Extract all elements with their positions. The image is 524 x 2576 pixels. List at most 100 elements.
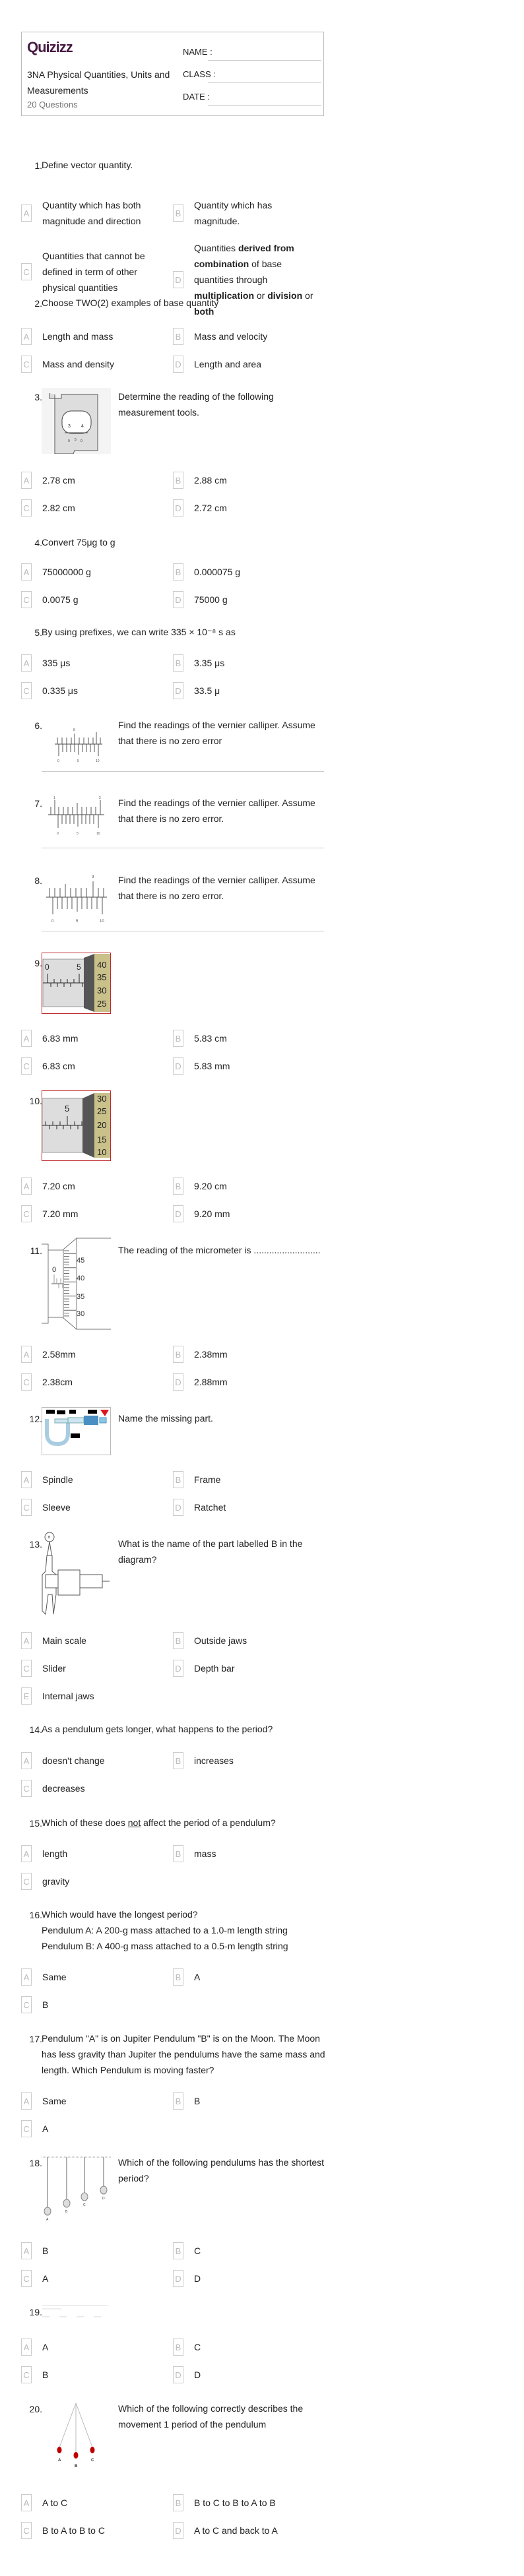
option-a[interactable]: A 335 μs bbox=[21, 654, 168, 672]
quizizz-logo: Quizizz bbox=[27, 39, 73, 55]
option-a[interactable]: A 6.83 mm bbox=[21, 1030, 168, 1047]
option-b[interactable]: B 2.38mm bbox=[173, 1346, 319, 1363]
option-d[interactable]: D A to C and back to A bbox=[173, 2522, 319, 2539]
question-number: 12. bbox=[29, 1414, 42, 1424]
question-text: Find the readings of the vernier callipe… bbox=[118, 720, 315, 746]
option-text: B bbox=[42, 2246, 49, 2256]
option-b[interactable]: B 0.000075 g bbox=[173, 563, 319, 581]
option-d[interactable]: D 2.72 cm bbox=[173, 499, 319, 517]
option-c[interactable]: C B to A to B to C bbox=[21, 2522, 168, 2539]
option-a[interactable]: A Same bbox=[21, 2092, 168, 2110]
option-d[interactable]: D Length and area bbox=[173, 356, 319, 373]
option-c[interactable]: Cdecreases bbox=[21, 1780, 168, 1797]
option-c[interactable]: C Sleeve bbox=[21, 1499, 168, 1516]
option-letter: B bbox=[173, 1632, 183, 1649]
option-a[interactable]: A 2.58mm bbox=[21, 1346, 168, 1363]
option-letter: A bbox=[21, 328, 32, 345]
option-c[interactable]: C 2.38cm bbox=[21, 1373, 168, 1391]
option-b[interactable]: Bmass bbox=[173, 1845, 319, 1862]
option-b[interactable]: BA bbox=[173, 1968, 319, 1986]
option-text: Quantity which has magnitude. bbox=[194, 200, 273, 226]
thimble-label: 25 bbox=[97, 999, 106, 1009]
option-b[interactable]: B Mass and velocity bbox=[173, 328, 319, 345]
option-a[interactable]: A 2.78 cm bbox=[21, 472, 168, 489]
option-d[interactable]: D 2.88mm bbox=[173, 1373, 319, 1391]
option-b[interactable]: BC bbox=[173, 2242, 319, 2259]
option-d[interactable]: D Ratchet bbox=[173, 1499, 319, 1516]
option-a[interactable]: A Same bbox=[21, 1968, 168, 1986]
option-c[interactable]: C Mass and density bbox=[21, 356, 168, 373]
name-field[interactable]: NAME : bbox=[183, 47, 321, 61]
option-c[interactable]: Cgravity bbox=[21, 1873, 168, 1890]
option-b[interactable]: B Outside jaws bbox=[173, 1632, 319, 1649]
option-b[interactable]: B B to C to B to A to B bbox=[173, 2494, 319, 2511]
option-text: B to A to B to C bbox=[42, 2525, 105, 2536]
option-b[interactable]: BB bbox=[173, 2092, 319, 2110]
option-d[interactable]: D 5.83 mm bbox=[173, 1057, 319, 1075]
option-text: Frame bbox=[194, 1474, 221, 1485]
question-number: 14. bbox=[29, 1724, 42, 1735]
option-a[interactable]: A Quantity which has both magnitude and d… bbox=[21, 197, 168, 229]
option-text: 9.20 cm bbox=[194, 1181, 227, 1191]
option-a[interactable]: A Spindle bbox=[21, 1471, 168, 1488]
option-b[interactable]: BC bbox=[173, 2339, 319, 2356]
option-letter: D bbox=[173, 682, 183, 699]
option-a[interactable]: A Length and mass bbox=[21, 328, 168, 345]
option-d[interactable]: D 9.20 mm bbox=[173, 1205, 319, 1222]
option-c[interactable]: CB bbox=[21, 1996, 168, 2013]
option-b[interactable]: B Quantity which has magnitude. bbox=[173, 197, 319, 229]
option-letter: C bbox=[21, 682, 32, 699]
option-text: Quantities that cannot be defined in ter… bbox=[42, 251, 145, 293]
option-e[interactable]: E Internal jaws bbox=[21, 1687, 168, 1705]
option-a[interactable]: A Main scale bbox=[21, 1632, 168, 1649]
question-text: Choose TWO(2) examples of base quantity bbox=[42, 298, 219, 308]
option-b[interactable]: B 5.83 cm bbox=[173, 1030, 319, 1047]
option-text: D bbox=[194, 2370, 201, 2380]
option-c[interactable]: CB bbox=[21, 2366, 168, 2383]
question-number: 20. bbox=[29, 2404, 42, 2414]
option-d[interactable]: DD bbox=[173, 2270, 319, 2287]
option-b[interactable]: B 2.88 cm bbox=[173, 472, 319, 489]
class-field[interactable]: CLASS : bbox=[183, 69, 321, 83]
thimble-label: 30 bbox=[77, 1310, 84, 1318]
option-b[interactable]: B Frame bbox=[173, 1471, 319, 1488]
thimble-label: 10 bbox=[97, 1147, 106, 1157]
micrometer-image: 5 30 25 20 15 10 bbox=[42, 1090, 111, 1161]
option-a[interactable]: A 75000000 g bbox=[21, 563, 168, 581]
option-b[interactable]: B 9.20 cm bbox=[173, 1178, 319, 1195]
question-number: 4. bbox=[34, 538, 42, 548]
option-text: Mass and density bbox=[42, 359, 114, 369]
option-d[interactable]: D 33.5 μ bbox=[173, 682, 319, 699]
option-a[interactable]: A A to C bbox=[21, 2494, 168, 2511]
position-label: B bbox=[75, 2465, 78, 2467]
option-a[interactable]: Adoesn't change bbox=[21, 1752, 168, 1769]
option-a[interactable]: Alength bbox=[21, 1845, 168, 1862]
option-c[interactable]: C Slider bbox=[21, 1660, 168, 1677]
question-text: What is the name of the part labelled B … bbox=[118, 1538, 303, 1565]
option-d[interactable]: DD bbox=[173, 2366, 319, 2383]
option-c[interactable]: CA bbox=[21, 2270, 168, 2287]
scale-label: 3 bbox=[68, 424, 71, 429]
option-text: Sleeve bbox=[42, 1502, 71, 1513]
option-c[interactable]: C 0.335 μs bbox=[21, 682, 168, 699]
option-c[interactable]: C 7.20 mm bbox=[21, 1205, 168, 1222]
option-a[interactable]: AB bbox=[21, 2242, 168, 2259]
option-b[interactable]: Bincreases bbox=[173, 1752, 319, 1769]
option-d[interactable]: D Depth bar bbox=[173, 1660, 319, 1677]
option-text: C bbox=[194, 2342, 201, 2352]
option-letter: A bbox=[21, 1178, 32, 1195]
option-d[interactable]: D 75000 g bbox=[173, 591, 319, 608]
option-letter: D bbox=[173, 2270, 183, 2287]
option-c[interactable]: C Quantities that cannot be defined in te… bbox=[21, 248, 168, 296]
question-text: Name the missing part. bbox=[118, 1413, 213, 1424]
option-a[interactable]: A 7.20 cm bbox=[21, 1178, 168, 1195]
option-c[interactable]: CA bbox=[21, 2120, 168, 2137]
vernier-scale-image: 1 2 0 5 10 bbox=[42, 795, 111, 840]
option-c[interactable]: C 6.83 cm bbox=[21, 1057, 168, 1075]
date-field[interactable]: DATE : bbox=[183, 92, 321, 106]
option-c[interactable]: C 2.82 cm bbox=[21, 499, 168, 517]
option-b[interactable]: B 3.35 μs bbox=[173, 654, 319, 672]
option-c[interactable]: C 0.0075 g bbox=[21, 591, 168, 608]
option-a[interactable]: AA bbox=[21, 2339, 168, 2356]
option-text: increases bbox=[194, 1755, 234, 1766]
